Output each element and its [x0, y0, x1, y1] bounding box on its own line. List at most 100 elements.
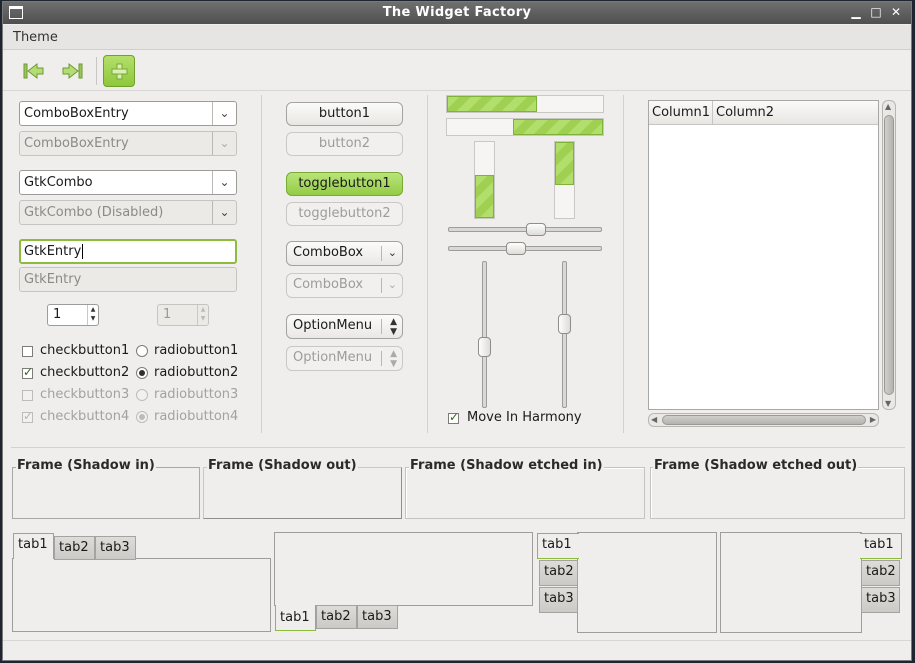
title-bar[interactable]: The Widget Factory ▁ □ ✕ — [3, 2, 911, 24]
vscale-1-knob[interactable] — [478, 337, 491, 357]
combobox-enabled[interactable]: ComboBox ⌄ — [286, 241, 403, 266]
notebook-bottom-page — [274, 532, 533, 606]
notebook-bottom-tab1[interactable]: tab1 — [275, 605, 316, 631]
comboboxentry-enabled[interactable]: ComboBoxEntry ⌄ — [19, 101, 237, 126]
scroll-down-icon[interactable]: ▼ — [885, 399, 891, 408]
minimize-icon[interactable]: ▁ — [849, 5, 863, 19]
combo-separator — [381, 246, 382, 261]
add-button[interactable] — [103, 55, 135, 87]
combo-separator — [381, 351, 382, 366]
checkbutton4-label: checkbutton4 — [40, 409, 130, 424]
checkbutton2-box[interactable]: ✓ — [22, 365, 34, 379]
notebook-left-tab1[interactable]: tab1 — [537, 533, 579, 559]
go-first-button[interactable] — [17, 55, 49, 87]
menubar: Theme — [3, 25, 911, 50]
notebook-top-page — [12, 558, 271, 632]
chevron-down-icon[interactable]: ⌄ — [212, 171, 236, 194]
progress-fill — [555, 142, 574, 185]
chevron-down-icon: ⌄ — [212, 201, 236, 224]
optionmenu-enabled[interactable]: OptionMenu ▲ ▼ — [286, 314, 403, 339]
notebook-right-tab1[interactable]: tab1 — [860, 533, 902, 559]
notebook-top-tab2[interactable]: tab2 — [54, 536, 95, 560]
updown-arrows-icon: ▲ ▼ — [390, 317, 397, 337]
radiobutton1-label[interactable]: radiobutton1 — [154, 343, 238, 358]
column2-header[interactable]: Column2 — [713, 101, 878, 125]
radiobutton4-circle — [136, 411, 148, 423]
chevron-down-icon[interactable]: ⌄ — [212, 102, 236, 125]
gtkentry-field[interactable]: GtkEntry — [19, 239, 237, 264]
vscale-2-knob[interactable] — [558, 314, 571, 334]
combobox-disabled: ComboBox ⌄ — [286, 273, 403, 298]
notebook-bottom-tab3[interactable]: tab3 — [357, 605, 398, 629]
radiobutton2-circle[interactable] — [136, 367, 148, 379]
radiobutton2-label[interactable]: radiobutton2 — [154, 365, 238, 380]
scroll-left-icon[interactable]: ◀ — [651, 415, 657, 424]
radiobutton3-circle — [136, 389, 148, 401]
hscale-1-trough[interactable] — [448, 227, 602, 232]
move-in-harmony-box[interactable]: ✓ — [448, 410, 460, 424]
add-icon — [111, 63, 128, 80]
notebook-right-tab3[interactable]: tab3 — [861, 587, 900, 613]
frame-shadow-in-label: Frame (Shadow in) — [16, 458, 156, 473]
spinbutton-enabled[interactable]: 1 ▲ ▼ — [47, 304, 99, 326]
comboboxentry-text: ComboBoxEntry — [24, 136, 129, 151]
notebook-top-tab1[interactable]: tab1 — [13, 533, 54, 559]
hscale-1-knob[interactable] — [526, 223, 546, 236]
gtkentry-text: GtkEntry — [24, 272, 82, 287]
vertical-scroll-thumb[interactable] — [884, 115, 894, 395]
togglebutton1[interactable]: togglebutton1 — [286, 172, 403, 196]
vscale-1-trough[interactable] — [482, 261, 487, 408]
notebook-left-tab3[interactable]: tab3 — [539, 587, 578, 613]
horizontal-scroll-thumb[interactable] — [662, 415, 866, 425]
text-cursor — [82, 244, 84, 259]
vertical-scrollbar[interactable]: ▲ ▼ — [882, 100, 896, 410]
checkbutton3-label: checkbutton3 — [40, 387, 130, 402]
go-last-button[interactable] — [57, 55, 89, 87]
column-separator — [427, 95, 428, 433]
close-icon[interactable]: ✕ — [889, 5, 903, 19]
comboboxentry-text: ComboBoxEntry — [24, 106, 129, 121]
statusbar — [3, 640, 911, 660]
radiobutton1-circle[interactable] — [136, 345, 148, 357]
horizontal-scrollbar[interactable]: ◀ ▶ — [648, 413, 879, 427]
menu-theme[interactable]: Theme — [13, 30, 58, 45]
check-icon: ✓ — [23, 409, 34, 423]
hscale-2-knob[interactable] — [506, 242, 526, 255]
check-icon: ✓ — [449, 410, 460, 424]
chevron-down-icon: ⌄ — [387, 246, 397, 259]
scroll-right-icon[interactable]: ▶ — [870, 415, 876, 424]
notebook-right-tab2[interactable]: tab2 — [861, 560, 900, 586]
notebook-top-tab3[interactable]: tab3 — [95, 536, 136, 560]
check-icon: ✓ — [23, 365, 34, 379]
frame-shadow-out — [203, 467, 402, 519]
chevron-down-icon: ⌄ — [212, 132, 236, 155]
frame-shadow-in — [12, 467, 200, 519]
notebook-right-page — [720, 532, 862, 633]
notebook-bottom-tab2[interactable]: tab2 — [316, 605, 357, 629]
notebook-left-tab2[interactable]: tab2 — [539, 560, 578, 586]
button1[interactable]: button1 — [286, 102, 403, 126]
gtkcombo-enabled[interactable]: GtkCombo ⌄ — [19, 170, 237, 195]
frame-shadow-out-label: Frame (Shadow out) — [207, 458, 358, 473]
checkbutton2-label[interactable]: checkbutton2 — [40, 365, 129, 380]
progress-vertical-2 — [554, 141, 575, 219]
gtkcombo-disabled: GtkCombo (Disabled) ⌄ — [19, 200, 237, 225]
combo-separator — [381, 319, 382, 334]
vscale-2-trough[interactable] — [562, 261, 567, 408]
checkbutton1-box[interactable] — [22, 346, 33, 357]
column1-header[interactable]: Column1 — [649, 101, 713, 125]
frame-shadow-etched-in-label: Frame (Shadow etched in) — [409, 458, 604, 473]
checkbutton1-label[interactable]: checkbutton1 — [40, 343, 129, 358]
maximize-icon[interactable]: □ — [869, 5, 883, 19]
toolbar-separator — [96, 57, 97, 85]
spin-arrows-icon[interactable]: ▲ ▼ — [87, 305, 98, 325]
window-title: The Widget Factory — [382, 5, 532, 20]
scroll-up-icon[interactable]: ▲ — [885, 102, 891, 111]
column-separator — [623, 95, 624, 433]
radio-dot-icon — [139, 370, 145, 376]
move-in-harmony-label[interactable]: Move In Harmony — [467, 410, 582, 425]
widget-factory-window: The Widget Factory ▁ □ ✕ Theme ComboBoxE… — [2, 1, 912, 661]
frame-shadow-etched-out — [650, 467, 905, 519]
treeview[interactable]: Column1 Column2 — [648, 100, 879, 410]
go-first-icon — [23, 62, 44, 80]
